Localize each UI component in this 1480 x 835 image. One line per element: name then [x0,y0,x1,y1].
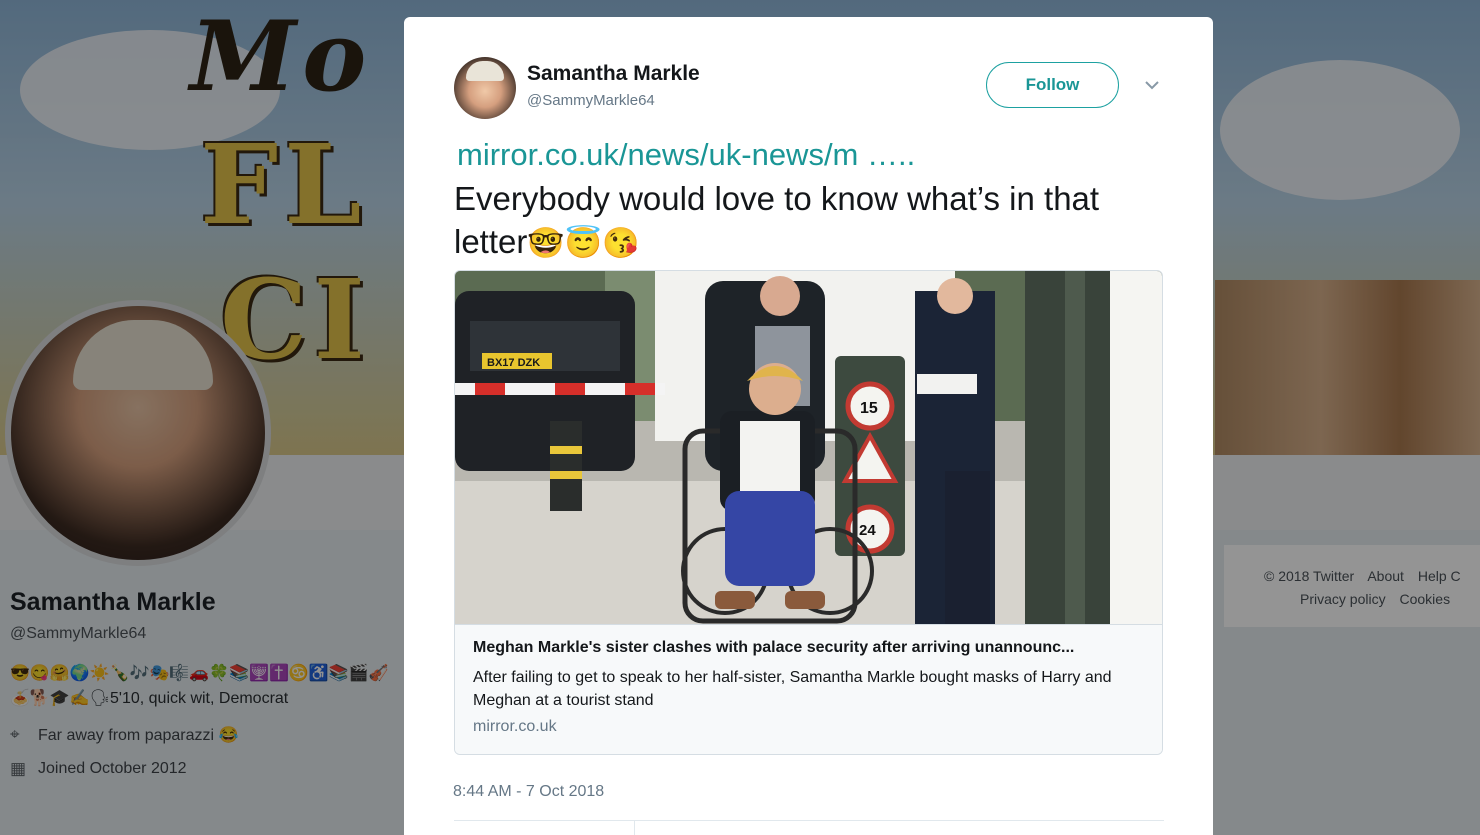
tweet-stats-divider [634,820,635,835]
tweet-author-handle[interactable]: @SammyMarkle64 [527,92,655,109]
tweet-author-name[interactable]: Samantha Markle [527,62,700,86]
card-sign-speed: 15 [860,400,878,417]
tweet-text: Everybody would love to know what’s in t… [454,177,1174,265]
tweet-emojis: 🤓😇😘 [527,227,640,260]
avatar-cap [466,61,504,81]
tweet-author-avatar[interactable] [454,57,516,119]
link-preview-card[interactable]: BX17 DZK 15 24 Meghan Markle's sister cl… [454,270,1163,755]
card-plate-text: BX17 DZK [487,357,540,369]
card-image: BX17 DZK 15 24 [455,271,1162,624]
card-photo: BX17 DZK 15 24 [455,271,1162,624]
card-description: After failing to get to speak to her hal… [473,669,1112,709]
follow-button[interactable]: Follow [986,62,1119,108]
tweet-timestamp[interactable]: 8:44 AM - 7 Oct 2018 [453,783,604,801]
tweet-modal: Samantha Markle @SammyMarkle64 Follow mi… [404,17,1213,835]
tweet-divider [454,820,1164,821]
tweet-link[interactable]: mirror.co.uk/news/uk-news/m ….. [457,137,915,173]
chevron-down-icon[interactable] [1144,77,1160,93]
card-body: Meghan Markle's sister clashes with pala… [455,624,1162,754]
card-domain: mirror.co.uk [473,718,557,735]
card-title: Meghan Markle's sister clashes with pala… [473,639,1075,656]
card-sign-number: 24 [859,522,876,539]
